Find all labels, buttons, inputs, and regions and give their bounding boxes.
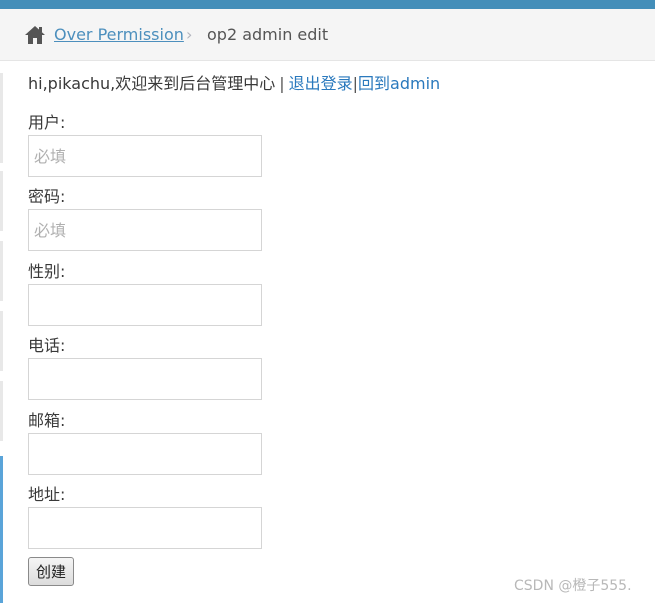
home-icon[interactable]	[24, 25, 46, 45]
email-label: 邮箱:	[28, 411, 66, 430]
sidebar-edge-segment	[0, 381, 3, 441]
sidebar-edge-active	[0, 456, 3, 603]
email-input[interactable]	[28, 433, 262, 475]
address-label: 地址:	[28, 485, 66, 504]
sidebar-edge-segment	[0, 241, 3, 301]
top-accent-bar	[0, 0, 655, 9]
create-button[interactable]: 创建	[28, 557, 74, 586]
sidebar-edge-segment	[0, 311, 3, 371]
chevron-right-icon: ›	[186, 25, 193, 44]
username-input[interactable]	[28, 135, 262, 177]
phone-input[interactable]	[28, 358, 262, 400]
sidebar-edge-segment	[0, 171, 3, 231]
password-label: 密码:	[28, 187, 66, 206]
gender-input[interactable]	[28, 284, 262, 326]
welcome-separator: |	[279, 74, 285, 93]
welcome-text: hi,pikachu,欢迎来到后台管理中心	[28, 74, 276, 93]
breadcrumb: Over Permission › op2 admin edit	[0, 9, 655, 61]
back-to-admin-link[interactable]: 回到admin	[358, 74, 440, 93]
address-input[interactable]	[28, 507, 262, 549]
phone-label: 电话:	[28, 336, 66, 355]
breadcrumb-link-over-permission[interactable]: Over Permission	[54, 24, 184, 46]
sidebar-edge-segment	[0, 73, 3, 163]
username-label: 用户:	[28, 113, 66, 132]
logout-link[interactable]: 退出登录	[289, 74, 353, 93]
breadcrumb-current-page: op2 admin edit	[207, 25, 329, 44]
gender-label: 性别:	[28, 262, 66, 281]
welcome-line: hi,pikachu,欢迎来到后台管理中心 | 退出登录|回到admin	[28, 73, 440, 95]
watermark: CSDN @橙子555.	[514, 578, 632, 594]
sidebar-edge	[0, 61, 4, 603]
password-input[interactable]	[28, 209, 262, 251]
